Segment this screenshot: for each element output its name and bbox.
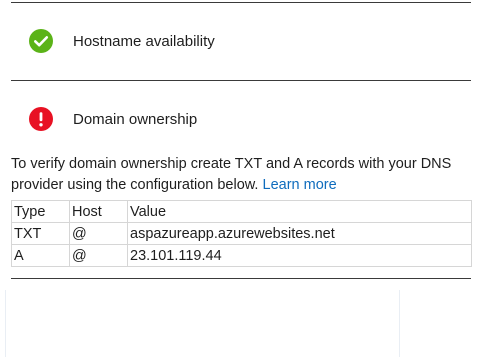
- table-row: A @ 23.101.119.44: [11, 244, 472, 267]
- table-header-row: Type Host Value: [11, 200, 472, 223]
- dns-records-table: Type Host Value TXT @ aspazureapp.azurew…: [11, 200, 472, 267]
- column-header-value: Value: [127, 200, 472, 223]
- error-circle-icon: [29, 107, 53, 131]
- panel-edge-right: [399, 290, 400, 357]
- record-value-cell: aspazureapp.azurewebsites.net: [127, 222, 472, 245]
- record-type-cell: TXT: [11, 222, 70, 245]
- table-row: TXT @ aspazureapp.azurewebsites.net: [11, 222, 472, 245]
- panel-edge-left: [5, 290, 6, 357]
- column-header-host: Host: [69, 200, 128, 223]
- bottom-divider: [11, 278, 471, 279]
- top-divider: [11, 2, 471, 3]
- record-type-cell: A: [11, 244, 70, 267]
- check-row-ownership: Domain ownership: [11, 101, 471, 137]
- check-circle-icon: [29, 29, 53, 53]
- record-value-cell: 23.101.119.44: [127, 244, 472, 267]
- record-host-cell: @: [69, 244, 128, 267]
- column-header-type: Type: [11, 200, 70, 223]
- check-row-hostname: Hostname availability: [11, 23, 471, 59]
- ownership-description-text: To verify domain ownership create TXT an…: [11, 156, 452, 193]
- record-host-cell: @: [69, 222, 128, 245]
- hostname-availability-label: Hostname availability: [73, 32, 215, 50]
- ownership-description: To verify domain ownership create TXT an…: [11, 154, 481, 196]
- empty-panel-area: [0, 290, 489, 357]
- middle-divider: [11, 80, 471, 81]
- domain-ownership-label: Domain ownership: [73, 110, 198, 128]
- learn-more-link[interactable]: Learn more: [263, 177, 337, 193]
